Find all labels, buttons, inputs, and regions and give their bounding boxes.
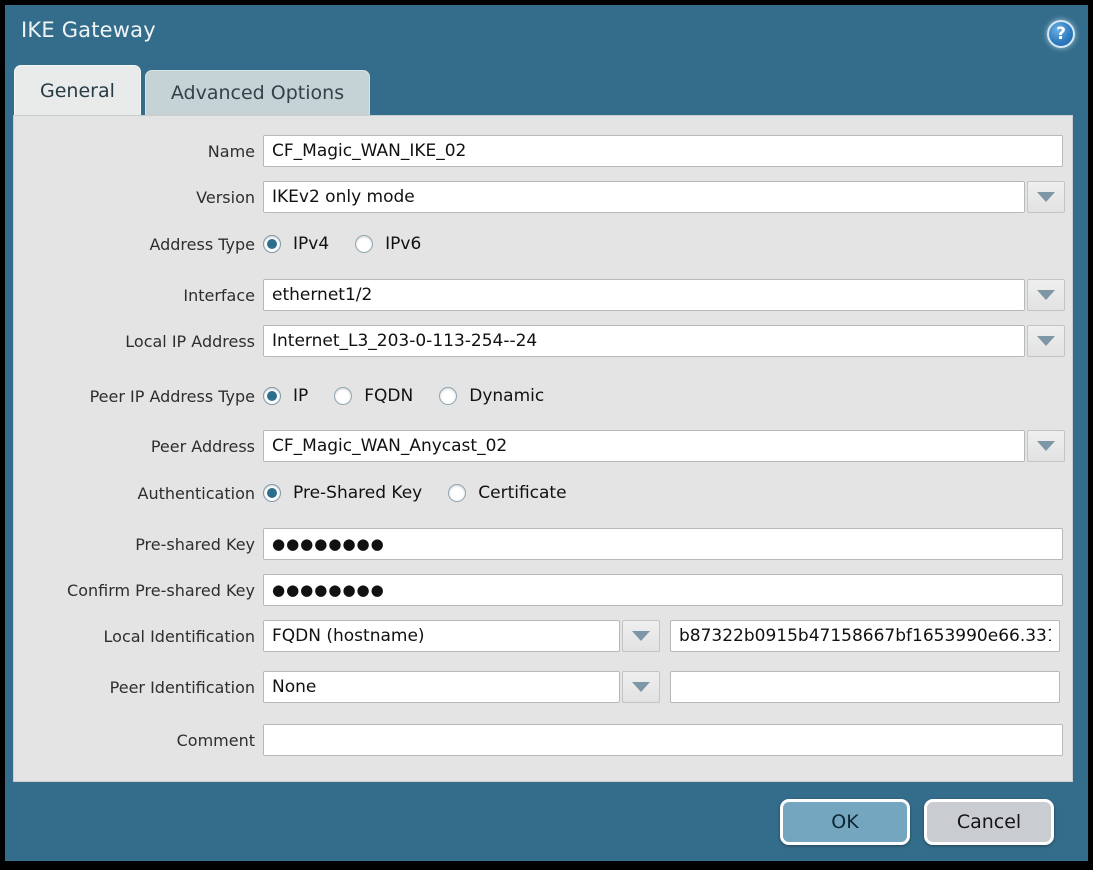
chevron-down-icon bbox=[1037, 441, 1055, 451]
confirm-pre-shared-key-input[interactable] bbox=[263, 574, 1063, 606]
radio-unselected-icon[interactable] bbox=[439, 387, 457, 405]
local-identification-label: Local Identification bbox=[13, 627, 263, 646]
radio-option-fqdn[interactable]: FQDN bbox=[334, 386, 413, 406]
row-pre-shared-key: Pre-shared Key bbox=[13, 528, 1063, 560]
tab-general[interactable]: General bbox=[14, 65, 141, 115]
peer-identification-type-select[interactable] bbox=[263, 671, 620, 703]
radio-label-fqdn: FQDN bbox=[364, 386, 413, 406]
ike-gateway-dialog: IKE Gateway ? General Advanced Options N… bbox=[5, 5, 1088, 861]
cancel-button[interactable]: Cancel bbox=[924, 799, 1054, 845]
tab-advanced-options[interactable]: Advanced Options bbox=[145, 70, 370, 115]
peer-ip-address-type-radio-group: IP FQDN Dynamic bbox=[263, 386, 544, 406]
confirm-pre-shared-key-label: Confirm Pre-shared Key bbox=[13, 581, 263, 600]
radio-option-ipv4[interactable]: IPv4 bbox=[263, 234, 329, 254]
row-local-ip-address: Local IP Address bbox=[13, 325, 1065, 357]
chevron-down-icon bbox=[1037, 290, 1055, 300]
ok-button[interactable]: OK bbox=[780, 799, 910, 845]
chevron-down-icon bbox=[1037, 336, 1055, 346]
tab-strip: General Advanced Options bbox=[14, 65, 370, 115]
row-peer-ip-address-type: Peer IP Address Type IP FQDN Dynamic bbox=[13, 380, 544, 412]
row-confirm-pre-shared-key: Confirm Pre-shared Key bbox=[13, 574, 1063, 606]
row-local-identification: Local Identification bbox=[13, 620, 1060, 652]
pre-shared-key-label: Pre-shared Key bbox=[13, 535, 263, 554]
radio-option-certificate[interactable]: Certificate bbox=[448, 483, 566, 503]
help-icon[interactable]: ? bbox=[1047, 20, 1075, 48]
name-input[interactable] bbox=[263, 135, 1063, 167]
radio-selected-icon[interactable] bbox=[263, 387, 281, 405]
chevron-down-icon bbox=[1037, 192, 1055, 202]
radio-option-ip[interactable]: IP bbox=[263, 386, 308, 406]
row-interface: Interface bbox=[13, 279, 1065, 311]
radio-selected-icon[interactable] bbox=[263, 235, 281, 253]
radio-label-ipv6: IPv6 bbox=[385, 234, 421, 254]
dialog-title: IKE Gateway bbox=[21, 18, 156, 42]
radio-label-ipv4: IPv4 bbox=[293, 234, 329, 254]
pre-shared-key-input[interactable] bbox=[263, 528, 1063, 560]
peer-identification-dropdown-button[interactable] bbox=[622, 671, 660, 703]
radio-label-pre-shared-key: Pre-Shared Key bbox=[293, 483, 422, 503]
address-type-radio-group: IPv4 IPv6 bbox=[263, 234, 421, 254]
peer-ip-address-type-label: Peer IP Address Type bbox=[13, 387, 263, 406]
peer-identification-label: Peer Identification bbox=[13, 678, 263, 697]
local-identification-value-input[interactable] bbox=[670, 620, 1060, 652]
peer-identification-value-input[interactable] bbox=[670, 671, 1060, 703]
interface-dropdown-button[interactable] bbox=[1027, 279, 1065, 311]
version-select[interactable] bbox=[263, 181, 1025, 213]
local-identification-type-select[interactable] bbox=[263, 620, 620, 652]
chevron-down-icon bbox=[632, 682, 650, 692]
row-comment: Comment bbox=[13, 724, 1063, 756]
comment-input[interactable] bbox=[263, 724, 1063, 756]
authentication-radio-group: Pre-Shared Key Certificate bbox=[263, 483, 567, 503]
radio-option-ipv6[interactable]: IPv6 bbox=[355, 234, 421, 254]
peer-address-label: Peer Address bbox=[13, 437, 263, 456]
radio-option-dynamic[interactable]: Dynamic bbox=[439, 386, 544, 406]
local-ip-address-label: Local IP Address bbox=[13, 332, 263, 351]
local-identification-dropdown-button[interactable] bbox=[622, 620, 660, 652]
interface-select[interactable] bbox=[263, 279, 1025, 311]
chevron-down-icon bbox=[632, 631, 650, 641]
row-name: Name bbox=[13, 135, 1063, 167]
version-label: Version bbox=[13, 188, 263, 207]
version-dropdown-button[interactable] bbox=[1027, 181, 1065, 213]
radio-label-ip: IP bbox=[293, 386, 308, 406]
address-type-label: Address Type bbox=[13, 235, 263, 254]
radio-unselected-icon[interactable] bbox=[334, 387, 352, 405]
general-tab-panel: Name Version Address Type IPv4 IPv6 bbox=[13, 115, 1073, 782]
row-authentication: Authentication Pre-Shared Key Certificat… bbox=[13, 477, 567, 509]
row-peer-address: Peer Address bbox=[13, 430, 1065, 462]
interface-label: Interface bbox=[13, 286, 263, 305]
local-ip-address-select[interactable] bbox=[263, 325, 1025, 357]
radio-unselected-icon[interactable] bbox=[448, 484, 466, 502]
row-peer-identification: Peer Identification bbox=[13, 671, 1060, 703]
row-version: Version bbox=[13, 181, 1065, 213]
name-label: Name bbox=[13, 142, 263, 161]
radio-label-certificate: Certificate bbox=[478, 483, 566, 503]
comment-label: Comment bbox=[13, 731, 263, 750]
radio-label-dynamic: Dynamic bbox=[469, 386, 544, 406]
local-ip-address-dropdown-button[interactable] bbox=[1027, 325, 1065, 357]
radio-selected-icon[interactable] bbox=[263, 484, 281, 502]
peer-address-select[interactable] bbox=[263, 430, 1025, 462]
peer-address-dropdown-button[interactable] bbox=[1027, 430, 1065, 462]
title-bar: IKE Gateway ? bbox=[5, 5, 1088, 63]
radio-unselected-icon[interactable] bbox=[355, 235, 373, 253]
authentication-label: Authentication bbox=[13, 484, 263, 503]
row-address-type: Address Type IPv4 IPv6 bbox=[13, 228, 421, 260]
radio-option-pre-shared-key[interactable]: Pre-Shared Key bbox=[263, 483, 422, 503]
